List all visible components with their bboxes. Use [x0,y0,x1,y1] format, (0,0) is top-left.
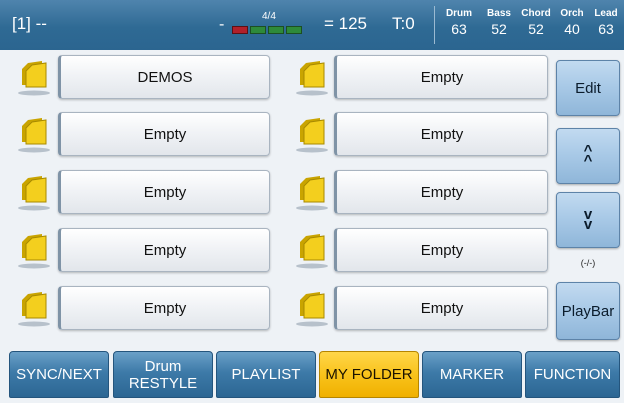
folder-icon[interactable] [16,286,52,330]
tab-my-folder[interactable]: MY FOLDER [319,351,419,398]
folder-slot-3[interactable]: Empty [58,170,270,214]
part-value: 63 [451,21,467,37]
part-orch: Orch 40 [556,8,588,37]
part-name: Orch [560,8,584,19]
song-label: [1] -- [12,14,47,33]
part-name: Drum [445,8,473,19]
folder-slot-5[interactable]: Empty [58,286,270,330]
tab-label-top: Drum [144,357,182,375]
tempo-display: = 125 [324,14,368,33]
tab-label: MARKER [439,366,505,383]
folder-slot-6[interactable]: Empty [334,55,548,99]
part-drum: Drum 63 [442,8,476,37]
beat-3 [268,26,284,34]
folder-slot-2[interactable]: Empty [58,112,270,156]
part-name: Bass [487,8,511,19]
beat-2 [250,26,266,34]
transpose-display: T:0 [392,14,415,33]
header-divider [434,6,435,44]
folder-icon[interactable] [294,228,330,272]
folder-slot-7[interactable]: Empty [334,112,548,156]
tab-label: SYNC/NEXT [16,366,102,383]
folder-slot-4[interactable]: Empty [58,228,270,272]
time-signature: 4/4 [262,11,276,22]
beat-1 [232,26,248,34]
playbar-button[interactable]: PlayBar [556,282,620,340]
folder-icon[interactable] [16,55,52,99]
folder-icon[interactable] [16,112,52,156]
part-chord: Chord 52 [518,8,554,37]
folder-icon[interactable] [294,170,330,214]
page-indicator: (-/-) [580,258,596,268]
tab-drum-restyle[interactable]: Drum RESTYLE [113,351,213,398]
status-header: [1] -- - 4/4 = 125 T:0 Drum 63 Bass 52 C… [0,0,624,50]
beat-4 [286,26,302,34]
folder-icon[interactable] [294,112,330,156]
tab-marker[interactable]: MARKER [422,351,522,398]
tab-label: FUNCTION [533,366,612,383]
folder-slot-1[interactable]: DEMOS [58,55,270,99]
header-dash: - [219,16,225,33]
edit-button[interactable]: Edit [556,60,620,116]
part-value: 63 [598,21,614,37]
chevron-up-icon: ^ [583,152,593,169]
scroll-up-button[interactable]: ^ ^ [556,128,620,184]
chevron-down-icon: v [583,216,593,233]
folder-icon[interactable] [294,286,330,330]
part-bass: Bass 52 [482,8,516,37]
part-name: Chord [521,8,551,19]
part-volumes: Drum 63 Bass 52 Chord 52 Orch 40 Lead 63 [442,8,622,44]
beat-indicator [232,26,302,34]
folder-slot-10[interactable]: Empty [334,286,548,330]
part-value: 40 [564,21,580,37]
folder-icon[interactable] [294,55,330,99]
tab-playlist[interactable]: PLAYLIST [216,351,316,398]
part-name: Lead [594,8,618,19]
tab-function[interactable]: FUNCTION [525,351,620,398]
folder-icon[interactable] [16,228,52,272]
part-value: 52 [491,21,507,37]
part-lead: Lead 63 [590,8,622,37]
tab-sync-next[interactable]: SYNC/NEXT [9,351,109,398]
scroll-down-button[interactable]: v v [556,192,620,248]
part-value: 52 [528,21,544,37]
folder-slot-9[interactable]: Empty [334,228,548,272]
tab-label: PLAYLIST [231,366,301,383]
tab-label: MY FOLDER [325,366,413,383]
folder-icon[interactable] [16,170,52,214]
folder-slot-8[interactable]: Empty [334,170,548,214]
tab-label: RESTYLE [128,374,198,392]
